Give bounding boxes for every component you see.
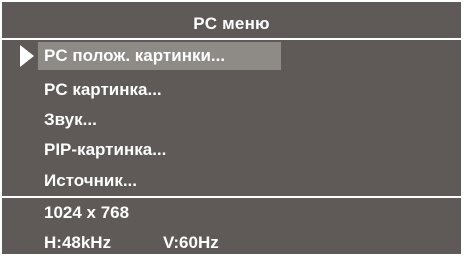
menu-item-label: PC картинка... bbox=[44, 80, 162, 99]
resolution-readout: 1024 x 768 bbox=[44, 203, 130, 222]
status-divider bbox=[2, 196, 461, 198]
menu-item-source[interactable]: Источник... bbox=[38, 167, 137, 195]
menu-item-label: Источник... bbox=[44, 171, 138, 190]
menu-item-label: PIP-картинка... bbox=[44, 140, 167, 159]
title-divider bbox=[2, 38, 461, 40]
menu-item-pc-picture[interactable]: PC картинка... bbox=[38, 76, 162, 104]
vertical-frequency-readout: V:60Hz bbox=[163, 233, 219, 252]
menu-item-label: Звук... bbox=[44, 110, 97, 129]
menu-title: PC меню bbox=[193, 14, 270, 33]
selection-pointer-icon bbox=[20, 45, 34, 67]
menu-item-label: PC полож. картинки... bbox=[44, 46, 226, 65]
menu-item-pip-picture[interactable]: PIP-картинка... bbox=[38, 136, 166, 164]
menu-title-bar: PC меню bbox=[2, 10, 461, 38]
menu-item-sound[interactable]: Звук... bbox=[38, 106, 97, 134]
horizontal-frequency-readout: H:48kHz bbox=[44, 233, 112, 252]
pc-menu-panel: PC меню PC полож. картинки... PC картинк… bbox=[0, 0, 463, 256]
menu-item-pc-position[interactable]: PC полож. картинки... bbox=[38, 42, 281, 70]
